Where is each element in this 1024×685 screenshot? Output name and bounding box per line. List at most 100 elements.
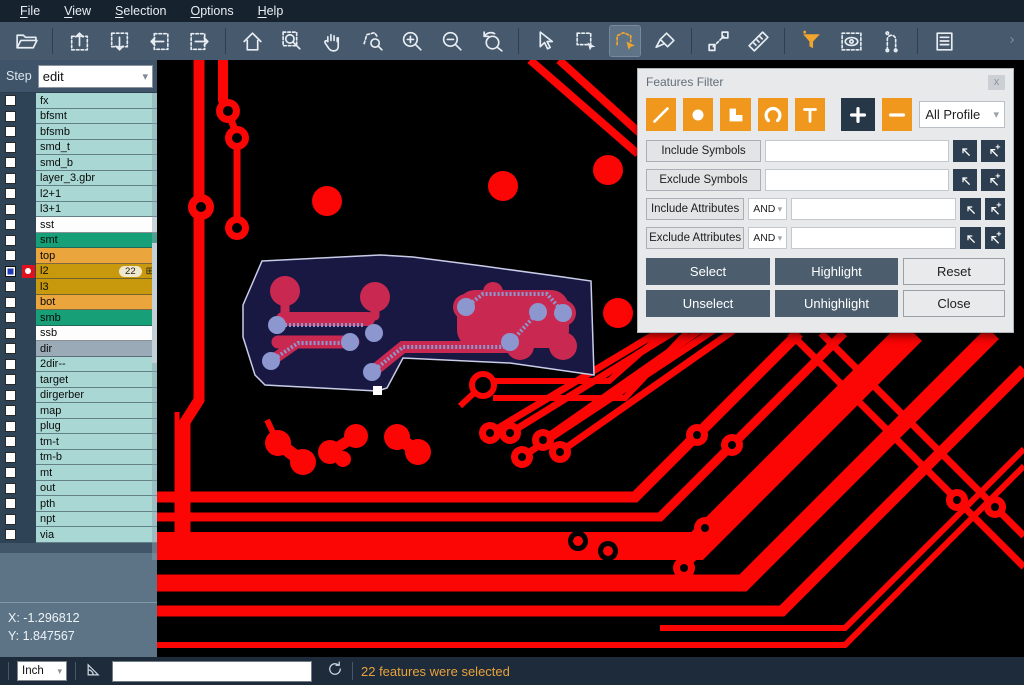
layer-name-cell[interactable]: mt bbox=[36, 465, 157, 481]
include-symbols-pick-add-button[interactable] bbox=[981, 140, 1005, 162]
exclude-attributes-button[interactable]: Exclude Attributes bbox=[646, 227, 744, 249]
selection-handle[interactable] bbox=[373, 386, 382, 395]
layer-name-cell[interactable]: tm-t bbox=[36, 434, 157, 450]
select-polygon-icon[interactable] bbox=[610, 26, 640, 56]
pan-hand-icon[interactable] bbox=[317, 26, 347, 56]
menu-item-selection[interactable]: Selection bbox=[103, 2, 178, 21]
layer-row-dirgerber[interactable]: dirgerber bbox=[0, 388, 157, 404]
layers-table-icon[interactable] bbox=[929, 26, 959, 56]
step-dropdown[interactable]: edit ▾ bbox=[38, 65, 153, 88]
layer-visibility-checkbox[interactable] bbox=[5, 204, 16, 215]
layer-visibility-checkbox[interactable] bbox=[5, 529, 16, 540]
layer-visibility-checkbox[interactable] bbox=[5, 498, 16, 509]
snap-mode-icon[interactable] bbox=[876, 26, 906, 56]
measure-line-icon[interactable] bbox=[703, 26, 733, 56]
layer-visibility-checkbox[interactable] bbox=[5, 111, 16, 122]
layer-row-smd_t[interactable]: smd_t bbox=[0, 140, 157, 156]
layer-name-cell[interactable]: bfsmt bbox=[36, 109, 157, 125]
layer-row-bot[interactable]: bot bbox=[0, 295, 157, 311]
layer-visibility-checkbox[interactable] bbox=[5, 281, 16, 292]
include-symbols-pick-button[interactable] bbox=[953, 140, 977, 162]
layer-visibility-checkbox[interactable] bbox=[5, 250, 16, 261]
layer-row-ssb[interactable]: ssb bbox=[0, 326, 157, 342]
filter-text-button[interactable] bbox=[795, 98, 825, 131]
home-view-icon[interactable] bbox=[237, 26, 267, 56]
layer-row-mt[interactable]: mt bbox=[0, 465, 157, 481]
layer-row-bfsmt[interactable]: bfsmt bbox=[0, 109, 157, 125]
layer-visibility-checkbox[interactable] bbox=[5, 452, 16, 463]
layer-row-l3[interactable]: l3 bbox=[0, 279, 157, 295]
filter-remove-button[interactable] bbox=[882, 98, 912, 131]
layer-visibility-checkbox[interactable] bbox=[5, 173, 16, 184]
layer-row-npt[interactable]: npt bbox=[0, 512, 157, 528]
layer-visibility-checkbox[interactable] bbox=[5, 436, 16, 447]
measure-ruler-icon[interactable] bbox=[743, 26, 773, 56]
zoom-window-icon[interactable] bbox=[277, 26, 307, 56]
layer-row-target[interactable]: target bbox=[0, 372, 157, 388]
layer-visibility-checkbox[interactable] bbox=[5, 219, 16, 230]
include-symbols-button[interactable]: Include Symbols bbox=[646, 140, 761, 162]
layer-row-l2[interactable]: l222⊞ bbox=[0, 264, 157, 280]
exclude-attributes-pick-add-button[interactable] bbox=[985, 227, 1005, 249]
layer-visibility-checkbox[interactable] bbox=[5, 188, 16, 199]
layer-visibility-checkbox[interactable] bbox=[5, 266, 16, 277]
layer-name-cell[interactable]: smd_b bbox=[36, 155, 157, 171]
layer-row-smd_b[interactable]: smd_b bbox=[0, 155, 157, 171]
layer-name-cell[interactable]: sst bbox=[36, 217, 157, 233]
pan-up-icon[interactable] bbox=[64, 26, 94, 56]
layer-name-cell[interactable]: map bbox=[36, 403, 157, 419]
layer-row-top[interactable]: top bbox=[0, 248, 157, 264]
layer-row-smb[interactable]: smb bbox=[0, 310, 157, 326]
layer-visibility-checkbox[interactable] bbox=[5, 343, 16, 354]
exclude-symbols-pick-button[interactable] bbox=[953, 169, 977, 191]
layer-visibility-checkbox[interactable] bbox=[5, 95, 16, 106]
menu-item-file[interactable]: File bbox=[8, 2, 52, 21]
refresh-icon[interactable] bbox=[326, 660, 344, 683]
close-button[interactable]: Close bbox=[903, 290, 1005, 317]
include-symbols-input[interactable] bbox=[765, 140, 949, 162]
exclude-attributes-pick-button[interactable] bbox=[960, 227, 980, 249]
layer-row-layer_3.gbr[interactable]: layer_3.gbr bbox=[0, 171, 157, 187]
layer-row-l2+1[interactable]: l2+1 bbox=[0, 186, 157, 202]
layer-visibility-checkbox[interactable] bbox=[5, 467, 16, 478]
layer-row-tm-b[interactable]: tm-b bbox=[0, 450, 157, 466]
layer-name-cell[interactable]: out bbox=[36, 481, 157, 497]
clean-erase-icon[interactable] bbox=[650, 26, 680, 56]
layer-visibility-checkbox[interactable] bbox=[5, 328, 16, 339]
dialog-title-bar[interactable]: Features Filter x bbox=[638, 69, 1013, 95]
layer-visibility-checkbox[interactable] bbox=[5, 235, 16, 246]
layer-name-cell[interactable]: l2+1 bbox=[36, 186, 157, 202]
pan-down-icon[interactable] bbox=[104, 26, 134, 56]
features-filter-icon[interactable] bbox=[796, 26, 826, 56]
layer-row-pth[interactable]: pth bbox=[0, 496, 157, 512]
layer-visibility-checkbox[interactable] bbox=[5, 312, 16, 323]
include-attributes-pick-add-button[interactable] bbox=[985, 198, 1005, 220]
layer-name-cell[interactable]: top bbox=[36, 248, 157, 264]
layer-row-l3+1[interactable]: l3+1 bbox=[0, 202, 157, 218]
layer-name-cell[interactable]: dirgerber bbox=[36, 388, 157, 404]
layer-row-map[interactable]: map bbox=[0, 403, 157, 419]
view-options-icon[interactable] bbox=[836, 26, 866, 56]
layer-name-cell[interactable]: target bbox=[36, 372, 157, 388]
layer-visibility-checkbox[interactable] bbox=[5, 297, 16, 308]
layer-name-cell[interactable]: smb bbox=[36, 310, 157, 326]
menu-item-options[interactable]: Options bbox=[178, 2, 245, 21]
select-button[interactable]: Select bbox=[646, 258, 770, 285]
zoom-previous-icon[interactable] bbox=[477, 26, 507, 56]
layer-name-cell[interactable]: l3 bbox=[36, 279, 157, 295]
layer-visibility-checkbox[interactable] bbox=[5, 142, 16, 153]
layer-visibility-checkbox[interactable] bbox=[5, 514, 16, 525]
include-attributes-pick-button[interactable] bbox=[960, 198, 980, 220]
layer-name-cell[interactable]: layer_3.gbr bbox=[36, 171, 157, 187]
unselect-button[interactable]: Unselect bbox=[646, 290, 770, 317]
pan-right-icon[interactable] bbox=[184, 26, 214, 56]
filter-pad-button[interactable] bbox=[683, 98, 713, 131]
layer-name-cell[interactable]: smd_t bbox=[36, 140, 157, 156]
layer-name-cell[interactable]: npt bbox=[36, 512, 157, 528]
layer-name-cell[interactable]: l222⊞ bbox=[36, 264, 157, 280]
layer-row-out[interactable]: out bbox=[0, 481, 157, 497]
layer-visibility-checkbox[interactable] bbox=[5, 126, 16, 137]
layer-list-scrollbar[interactable] bbox=[152, 93, 157, 560]
layer-visibility-checkbox[interactable] bbox=[5, 421, 16, 432]
zoom-out-icon[interactable] bbox=[437, 26, 467, 56]
